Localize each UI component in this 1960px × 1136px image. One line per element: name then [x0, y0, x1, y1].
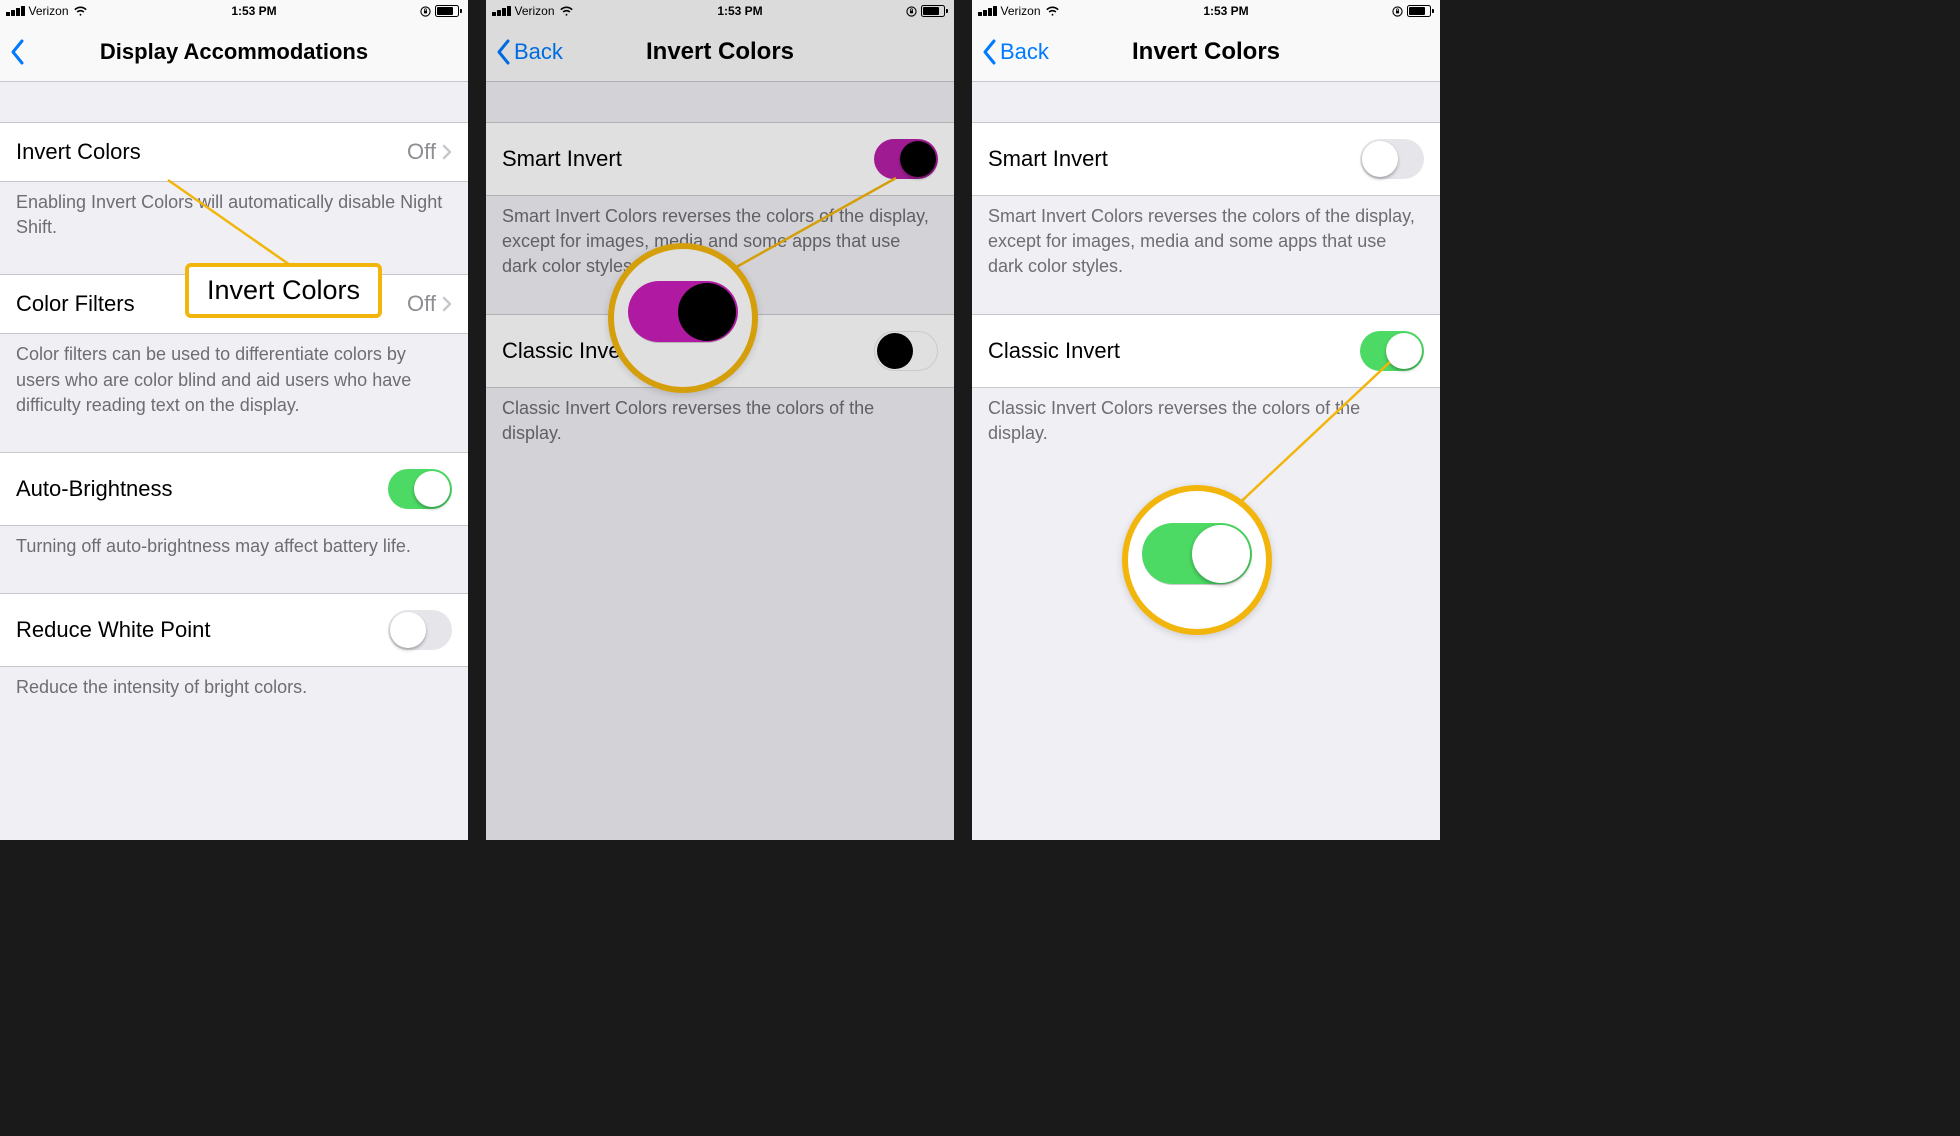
smart-invert-footer: Smart Invert Colors reverses the colors … — [972, 196, 1440, 296]
wifi-icon — [1045, 6, 1060, 17]
status-bar: Verizon 1:53 PM — [972, 0, 1440, 22]
row-label: Smart Invert — [502, 146, 622, 172]
row-label: Color Filters — [16, 291, 135, 317]
callout-invert-colors: Invert Colors — [185, 263, 382, 318]
signal-icon — [492, 6, 511, 16]
toggle-icon — [628, 281, 738, 343]
color-filters-footer: Color filters can be used to differentia… — [0, 334, 468, 434]
back-button[interactable] — [8, 37, 26, 67]
row-value: Off — [407, 291, 436, 317]
chevron-right-icon — [442, 296, 452, 312]
status-bar: Verizon 1:53 PM — [486, 0, 954, 22]
chevron-left-icon — [494, 37, 512, 67]
wifi-icon — [73, 6, 88, 17]
signal-icon — [6, 6, 25, 16]
battery-icon — [435, 5, 462, 17]
carrier-label: Verizon — [29, 4, 69, 18]
screen-invert-colors-classic: Verizon 1:53 PM Back Invert Colors Smart… — [972, 0, 1440, 840]
back-label: Back — [1000, 39, 1049, 65]
signal-icon — [978, 6, 997, 16]
toggle-icon — [1142, 523, 1252, 585]
nav-bar: Back Invert Colors — [972, 22, 1440, 82]
battery-icon — [1407, 5, 1434, 17]
screen-invert-colors-smart: Verizon 1:53 PM Back Invert Colors Smart… — [486, 0, 954, 840]
callout-smart-invert-toggle — [608, 243, 758, 393]
orientation-lock-icon — [906, 6, 917, 17]
classic-invert-toggle[interactable] — [874, 331, 938, 371]
invert-colors-row[interactable]: Invert Colors Off — [0, 122, 468, 182]
row-value: Off — [407, 139, 436, 165]
auto-brightness-footer: Turning off auto-brightness may affect b… — [0, 526, 468, 575]
auto-brightness-row: Auto-Brightness — [0, 452, 468, 526]
orientation-lock-icon — [1392, 6, 1403, 17]
classic-invert-toggle[interactable] — [1360, 331, 1424, 371]
smart-invert-row: Smart Invert — [486, 122, 954, 196]
auto-brightness-toggle[interactable] — [388, 469, 452, 509]
chevron-left-icon — [980, 37, 998, 67]
reduce-white-point-footer: Reduce the intensity of bright colors. — [0, 667, 468, 716]
chevron-left-icon — [8, 37, 26, 67]
carrier-label: Verizon — [1001, 4, 1041, 18]
row-label: Classic Invert — [988, 338, 1120, 364]
classic-invert-footer: Classic Invert Colors reverses the color… — [486, 388, 954, 462]
row-label: Reduce White Point — [16, 617, 210, 643]
row-label: Invert Colors — [16, 139, 141, 165]
smart-invert-toggle[interactable] — [874, 139, 938, 179]
smart-invert-row: Smart Invert — [972, 122, 1440, 196]
chevron-right-icon — [442, 144, 452, 160]
back-label: Back — [514, 39, 563, 65]
screen-display-accommodations: Verizon 1:53 PM Display Accommodations I… — [0, 0, 468, 840]
invert-colors-footer: Enabling Invert Colors will automaticall… — [0, 182, 468, 256]
nav-bar: Display Accommodations — [0, 22, 468, 82]
time-label: 1:53 PM — [1203, 4, 1248, 18]
time-label: 1:53 PM — [231, 4, 276, 18]
orientation-lock-icon — [420, 6, 431, 17]
back-button[interactable]: Back — [494, 37, 563, 67]
reduce-white-point-toggle[interactable] — [388, 610, 452, 650]
smart-invert-toggle[interactable] — [1360, 139, 1424, 179]
nav-bar: Back Invert Colors — [486, 22, 954, 82]
back-button[interactable]: Back — [980, 37, 1049, 67]
nav-title: Display Accommodations — [0, 39, 468, 65]
callout-classic-invert-toggle — [1122, 485, 1272, 635]
carrier-label: Verizon — [515, 4, 555, 18]
row-label: Smart Invert — [988, 146, 1108, 172]
reduce-white-point-row: Reduce White Point — [0, 593, 468, 667]
row-label: Auto-Brightness — [16, 476, 173, 502]
classic-invert-row: Classic Invert — [972, 314, 1440, 388]
wifi-icon — [559, 6, 574, 17]
classic-invert-footer: Classic Invert Colors reverses the color… — [972, 388, 1440, 462]
battery-icon — [921, 5, 948, 17]
status-bar: Verizon 1:53 PM — [0, 0, 468, 22]
time-label: 1:53 PM — [717, 4, 762, 18]
